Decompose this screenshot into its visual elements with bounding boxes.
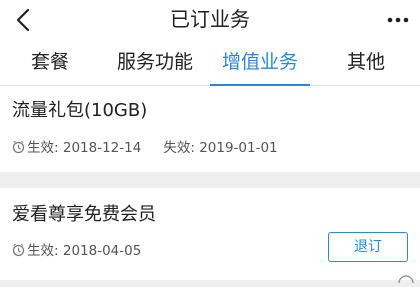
- page-title: 已订业务: [170, 7, 250, 31]
- tab-bar: 套餐 服务功能 增值业务 其他: [0, 40, 420, 87]
- effective-date: 2018-04-05: [62, 243, 142, 259]
- subscription-name: 流量礼包(10GB): [12, 100, 148, 121]
- tab-service-functions[interactable]: 服务功能: [105, 40, 205, 86]
- effective-label: 生效:: [27, 140, 59, 156]
- partial-icon: [396, 268, 416, 287]
- effective-date: 2018-12-14: [62, 140, 142, 156]
- more-dots-icon: [387, 17, 409, 23]
- tab-other[interactable]: 其他: [316, 40, 416, 86]
- more-button[interactable]: [384, 8, 412, 32]
- tab-value-added[interactable]: 增值业务: [210, 40, 310, 87]
- subscription-dates: 生效: 2018-12-14 失效: 2019-01-01: [12, 139, 278, 157]
- clock-icon: [12, 243, 25, 257]
- expiry-label: 失效:: [163, 140, 195, 156]
- subscription-card: 流量礼包(10GB) 生效: 2018-12-14 失效: 2019-01-01: [0, 86, 420, 172]
- clock-icon: [12, 140, 25, 154]
- subscription-name: 爱看尊享免费会员: [12, 204, 156, 225]
- expiry-date: 2019-01-01: [199, 140, 278, 156]
- unsubscribe-button[interactable]: 退订: [328, 232, 408, 262]
- top-bar: 已订业务: [0, 0, 420, 40]
- subscription-dates: 生效: 2018-04-05: [12, 242, 141, 260]
- subscription-card: 爱看尊享免费会员 生效: 2018-04-05 退订: [0, 188, 420, 280]
- tab-package[interactable]: 套餐: [0, 40, 100, 86]
- effective-label: 生效:: [27, 243, 59, 259]
